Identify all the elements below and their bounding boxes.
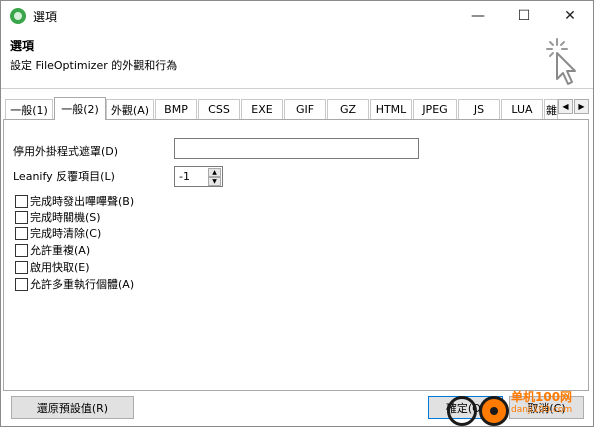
leanify-iterations-stepper[interactable]: -1 ▲ ▼ bbox=[174, 166, 223, 187]
stepper-up-icon[interactable]: ▲ bbox=[208, 168, 221, 177]
watermark-logo-dot-icon bbox=[479, 396, 509, 426]
watermark-logo-icon bbox=[447, 396, 477, 426]
header-subtitle: 設定 FileOptimizer 的外觀和行為 bbox=[10, 59, 178, 72]
tab-appearance[interactable]: 外觀(A) bbox=[106, 99, 154, 119]
checkbox-label: 完成時發出嗶嗶聲(B) bbox=[30, 195, 135, 208]
checkbox-box[interactable] bbox=[15, 226, 28, 240]
checkbox-label: 允許重複(A) bbox=[30, 244, 91, 257]
cursor-click-icon bbox=[546, 38, 576, 85]
dialog-header: 選項 設定 FileOptimizer 的外觀和行為 bbox=[1, 31, 593, 89]
checkbox-box[interactable] bbox=[15, 210, 28, 224]
checkbox-allow-duplicates[interactable]: 允許重複(A) bbox=[15, 243, 90, 257]
tab-bmp[interactable]: BMP bbox=[155, 99, 197, 119]
stepper-buttons: ▲ ▼ bbox=[208, 168, 221, 186]
tab-jpeg[interactable]: JPEG bbox=[413, 99, 457, 119]
tab-general-2[interactable]: 一般(2) bbox=[54, 97, 106, 120]
tab-general-1[interactable]: 一般(1) bbox=[5, 99, 53, 119]
minimize-button[interactable]: — bbox=[455, 1, 501, 31]
title-bar: 選項 — ☐ ✕ bbox=[1, 1, 593, 31]
options-dialog: 選項 — ☐ ✕ 選項 設定 FileOptimizer 的外觀和行為 一般(1… bbox=[0, 0, 594, 427]
checkbox-label: 完成時關機(S) bbox=[30, 211, 101, 224]
checkbox-shutdown-on-finish[interactable]: 完成時關機(S) bbox=[15, 210, 101, 224]
header-title: 選項 bbox=[10, 39, 35, 53]
close-button[interactable]: ✕ bbox=[547, 1, 593, 31]
tab-exe[interactable]: EXE bbox=[241, 99, 283, 119]
checkbox-box[interactable] bbox=[15, 243, 28, 257]
leanify-iterations-label: Leanify 反覆項目(L) bbox=[13, 170, 115, 183]
leanify-iterations-value: -1 bbox=[179, 170, 190, 183]
tab-gif[interactable]: GIF bbox=[284, 99, 326, 119]
window-title: 選項 bbox=[33, 10, 58, 24]
checkbox-label: 完成時清除(C) bbox=[30, 227, 102, 240]
plugin-mask-input[interactable] bbox=[174, 138, 419, 159]
tab-css[interactable]: CSS bbox=[198, 99, 240, 119]
checkbox-label: 允許多重執行個體(A) bbox=[30, 278, 135, 291]
tab-html[interactable]: HTML bbox=[370, 99, 412, 119]
checkbox-label: 啟用快取(E) bbox=[30, 261, 90, 274]
tab-js[interactable]: JS bbox=[458, 99, 500, 119]
checkbox-allow-multiple-instances[interactable]: 允許多重執行個體(A) bbox=[15, 277, 134, 291]
checkbox-enable-cache[interactable]: 啟用快取(E) bbox=[15, 260, 90, 274]
tab-scroll-right-button[interactable]: ▶ bbox=[574, 99, 589, 114]
tab-gz[interactable]: GZ bbox=[327, 99, 369, 119]
tab-misc[interactable]: 雜項 bbox=[544, 99, 558, 119]
restore-defaults-button[interactable]: 還原預設值(R) bbox=[11, 396, 134, 419]
stepper-down-icon[interactable]: ▼ bbox=[208, 177, 221, 186]
tab-lua[interactable]: LUA bbox=[501, 99, 543, 119]
plugin-mask-label: 停用外掛程式遮罩(D) bbox=[13, 145, 119, 158]
maximize-button[interactable]: ☐ bbox=[501, 1, 547, 31]
app-icon bbox=[10, 8, 26, 24]
checkbox-box[interactable] bbox=[15, 260, 28, 274]
checkbox-beep-on-finish[interactable]: 完成時發出嗶嗶聲(B) bbox=[15, 194, 134, 208]
tab-scroll-left-button[interactable]: ◀ bbox=[558, 99, 573, 114]
checkbox-box[interactable] bbox=[15, 194, 28, 208]
tab-panel-general-2: 停用外掛程式遮罩(D) Leanify 反覆項目(L) -1 ▲ ▼ 完成時發出… bbox=[3, 119, 589, 391]
watermark-text: 单机100网 bbox=[511, 390, 573, 404]
checkbox-box[interactable] bbox=[15, 277, 28, 291]
watermark-url: danji100.com bbox=[511, 405, 573, 415]
tab-strip: 一般(1) 一般(2) 外觀(A) BMP CSS EXE GIF GZ HTM… bbox=[1, 97, 593, 120]
checkbox-clear-on-finish[interactable]: 完成時清除(C) bbox=[15, 226, 101, 240]
